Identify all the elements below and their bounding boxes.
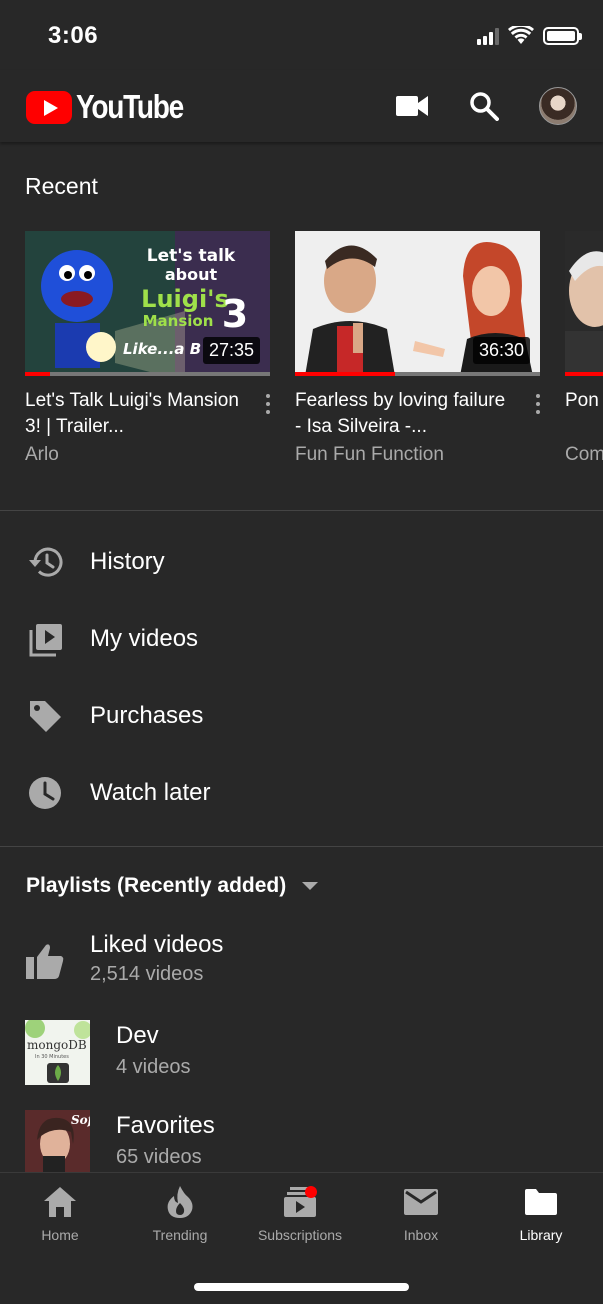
video-title[interactable]: Let's Talk Luigi's Mansion 3! | Trailer.… xyxy=(25,388,240,440)
playlist-count: 4 videos xyxy=(116,1056,191,1078)
menu-label: Purchases xyxy=(90,702,204,729)
folder-icon xyxy=(522,1183,560,1221)
signal-icon xyxy=(477,28,499,45)
video-thumbnail[interactable]: 36:30 xyxy=(295,231,540,376)
playlist-item-favorites[interactable]: Sof Favorites 65 videos xyxy=(0,1108,603,1178)
recent-video-card[interactable]: 36:30 Fearless by loving failure - Isa S… xyxy=(295,231,540,465)
video-thumbnail-art xyxy=(565,231,603,376)
clock-icon xyxy=(26,774,64,812)
playlist-item-dev[interactable]: mongoDB In 30 Minutes Dev 4 videos xyxy=(0,1018,603,1088)
wifi-icon xyxy=(508,26,534,44)
menu-item-watch-later[interactable]: Watch later xyxy=(0,758,603,828)
subscriptions-icon xyxy=(281,1183,319,1221)
nav-inbox[interactable]: Inbox xyxy=(361,1183,481,1253)
youtube-logo[interactable]: YouTube xyxy=(26,88,202,126)
nav-trending[interactable]: Trending xyxy=(120,1183,240,1253)
upload-video-button[interactable] xyxy=(395,89,429,123)
battery-icon xyxy=(543,27,582,45)
playlist-thumb-text: Sof xyxy=(71,1113,90,1127)
nav-label: Home xyxy=(41,1227,79,1243)
menu-label: Watch later xyxy=(90,779,211,806)
search-button[interactable] xyxy=(467,89,501,123)
video-thumbnail[interactable]: Let's talk about Luigi's Mansion 3 Like.… xyxy=(25,231,270,376)
playlist-title: Dev xyxy=(116,1022,159,1049)
watch-progress xyxy=(295,372,540,376)
menu-item-history[interactable]: History xyxy=(0,527,603,597)
notification-dot xyxy=(305,1186,317,1198)
watch-progress xyxy=(25,372,270,376)
video-channel[interactable]: Com xyxy=(565,444,603,466)
watch-progress xyxy=(565,372,603,376)
playlist-title: Liked videos xyxy=(90,931,224,958)
status-bar: 3:06 xyxy=(0,0,603,70)
flame-icon xyxy=(161,1183,199,1221)
menu-label: My videos xyxy=(90,625,199,652)
nav-library[interactable]: Library xyxy=(481,1183,601,1253)
video-title[interactable]: Pon Prog xyxy=(565,388,603,414)
video-duration: 27:35 xyxy=(202,337,260,364)
playlist-thumb-text: mongoDB xyxy=(27,1038,87,1052)
recent-videos-carousel[interactable]: Let's talk about Luigi's Mansion 3 Like.… xyxy=(25,231,603,481)
nav-home[interactable]: Home xyxy=(0,1183,120,1253)
video-title[interactable]: Fearless by loving failure - Isa Silveir… xyxy=(295,388,510,440)
video-duration: 36:30 xyxy=(472,337,530,364)
nav-label: Trending xyxy=(152,1227,208,1243)
playlist-thumbnail: Sof xyxy=(25,1110,90,1175)
thumb-text-4: Mansion xyxy=(143,312,214,330)
video-camera-icon xyxy=(396,96,428,116)
tag-icon xyxy=(26,697,64,735)
history-icon xyxy=(26,543,64,581)
video-channel[interactable]: Arlo xyxy=(25,444,59,466)
caret-down-icon xyxy=(302,882,319,890)
logo-text: YouTube xyxy=(76,88,184,125)
thumb-text-3: Luigi's xyxy=(141,285,229,313)
recent-heading: Recent xyxy=(25,173,98,199)
app-header: YouTube xyxy=(0,70,603,142)
nav-label: Library xyxy=(519,1227,563,1243)
nav-label: Subscriptions xyxy=(257,1227,343,1243)
video-thumbnail[interactable] xyxy=(565,231,603,376)
video-channel[interactable]: Fun Fun Function xyxy=(295,444,444,466)
play-logo-icon xyxy=(26,90,72,124)
recent-video-card[interactable]: Let's talk about Luigi's Mansion 3 Like.… xyxy=(25,231,270,465)
playlist-count: 65 videos xyxy=(116,1146,202,1168)
home-icon xyxy=(41,1183,79,1221)
section-divider xyxy=(0,510,603,511)
thumb-text-1: Let's talk xyxy=(147,246,236,266)
nav-label: Inbox xyxy=(403,1227,439,1243)
status-icons xyxy=(477,26,582,45)
menu-item-purchases[interactable]: Purchases xyxy=(0,681,603,751)
home-indicator[interactable] xyxy=(194,1283,409,1291)
playlist-title: Favorites xyxy=(116,1112,215,1139)
section-divider xyxy=(0,846,603,847)
thumb-text-2: about xyxy=(165,265,218,284)
playlists-heading: Playlists (Recently added) xyxy=(26,874,287,897)
nav-subscriptions[interactable]: Subscriptions xyxy=(240,1183,360,1253)
thumb-text-5: 3 xyxy=(222,292,248,336)
recent-video-card[interactable]: Pon Prog Com xyxy=(565,231,603,465)
my-videos-icon xyxy=(26,620,64,658)
playlists-sort-dropdown[interactable]: Playlists (Recently added) xyxy=(26,874,319,898)
playlist-thumb-subtext: In 30 Minutes xyxy=(35,1054,69,1060)
status-time: 3:06 xyxy=(48,22,99,49)
playlist-thumbnail: mongoDB In 30 Minutes xyxy=(25,1020,90,1085)
playlist-item-liked-videos[interactable]: Liked videos 2,514 videos xyxy=(0,925,603,995)
menu-item-my-videos[interactable]: My videos xyxy=(0,604,603,674)
playlist-count: 2,514 videos xyxy=(90,963,204,985)
search-icon xyxy=(470,92,499,121)
menu-label: History xyxy=(90,548,165,575)
thumb-text-6: Like...a B xyxy=(123,340,201,358)
thumbs-up-icon xyxy=(26,943,64,984)
mail-icon xyxy=(402,1183,440,1221)
more-options-icon[interactable] xyxy=(261,391,275,417)
more-options-icon[interactable] xyxy=(531,391,545,417)
account-avatar[interactable] xyxy=(539,87,577,125)
